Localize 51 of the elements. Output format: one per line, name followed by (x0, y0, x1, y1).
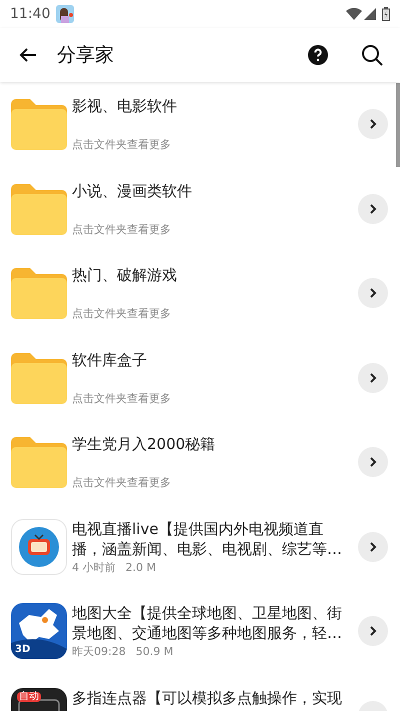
back-arrow-icon (19, 47, 37, 63)
folder-row[interactable]: 热门、破解游戏 点击文件夹查看更多 (0, 251, 400, 336)
folder-title: 影视、电影软件 (72, 96, 178, 116)
app-row[interactable]: 3D 地图大全【提供全球地图、卫星地图、街景地图、交通地图等多种地图服务，轻… 昨天09:28 50.9 M (0, 589, 400, 674)
folder-title: 热门、破解游戏 (72, 265, 178, 286)
folder-icon (11, 352, 67, 404)
open-button[interactable] (358, 109, 388, 140)
folder-icon (11, 267, 67, 320)
folder-row[interactable]: 影视、电影软件 点击文件夹查看更多 (0, 82, 400, 166)
app-row[interactable]: 自动 多指连点器【可以模拟多点触操作，实现 (0, 674, 400, 711)
open-button[interactable] (358, 278, 388, 308)
wifi-icon (346, 8, 362, 20)
folder-row[interactable]: 软件库盒子 点击文件夹查看更多 (0, 336, 400, 420)
help-button[interactable] (306, 43, 330, 67)
folder-row[interactable]: 小说、漫画类软件 点击文件夹查看更多 (0, 166, 400, 251)
app-title: 多指连点器【可以模拟多点触操作，实现 (72, 688, 343, 708)
search-icon (361, 44, 383, 66)
app-title: 地图大全【提供全球地图、卫星地图、街景地图、交通地图等多种地图服务，轻… (72, 603, 343, 643)
icon-badge-text: 3D (15, 643, 30, 657)
folder-subtitle: 点击文件夹查看更多 (72, 392, 172, 406)
status-time: 11:40 (10, 4, 50, 24)
folder-icon (11, 436, 67, 488)
open-button[interactable] (358, 362, 388, 393)
signal-icon (364, 8, 376, 20)
folder-subtitle: 点击文件夹查看更多 (72, 222, 172, 237)
app-time: 昨天09:28 (72, 644, 126, 660)
search-button[interactable] (360, 43, 384, 67)
open-button[interactable] (358, 447, 388, 478)
app-row[interactable]: 电视直播live【提供国内外电视频道直播，涵盖新闻、电影、电视剧、综艺等… 4 小时前 2.0 M (0, 504, 400, 589)
open-button[interactable] (358, 532, 388, 562)
app-size: 2.0 M (126, 560, 156, 576)
open-button[interactable] (358, 194, 388, 224)
app-size: 50.9 M (136, 644, 174, 660)
folder-icon (11, 98, 67, 150)
app-title: 电视直播live【提供国内外电视频道直播，涵盖新闻、电影、电视剧、综艺等… (72, 518, 343, 558)
tv-app-icon (11, 518, 67, 574)
folder-title: 软件库盒子 (72, 350, 148, 370)
icon-badge-text: 自动 (17, 692, 41, 702)
open-button[interactable] (358, 616, 388, 646)
help-icon (308, 45, 328, 65)
folder-subtitle: 点击文件夹查看更多 (72, 476, 172, 490)
app-time: 4 小时前 (72, 560, 116, 576)
folder-title: 学生党月入2000秘籍 (72, 434, 216, 454)
folder-title: 小说、漫画类软件 (72, 180, 193, 201)
page-title: 分享家 (57, 42, 115, 68)
map-app-icon (11, 603, 67, 659)
folder-icon (11, 182, 67, 235)
folder-subtitle: 点击文件夹查看更多 (72, 138, 172, 152)
battery-icon (382, 7, 390, 21)
folder-subtitle: 点击文件夹查看更多 (72, 307, 172, 322)
folder-row[interactable]: 学生党月入2000秘籍 点击文件夹查看更多 (0, 420, 400, 504)
